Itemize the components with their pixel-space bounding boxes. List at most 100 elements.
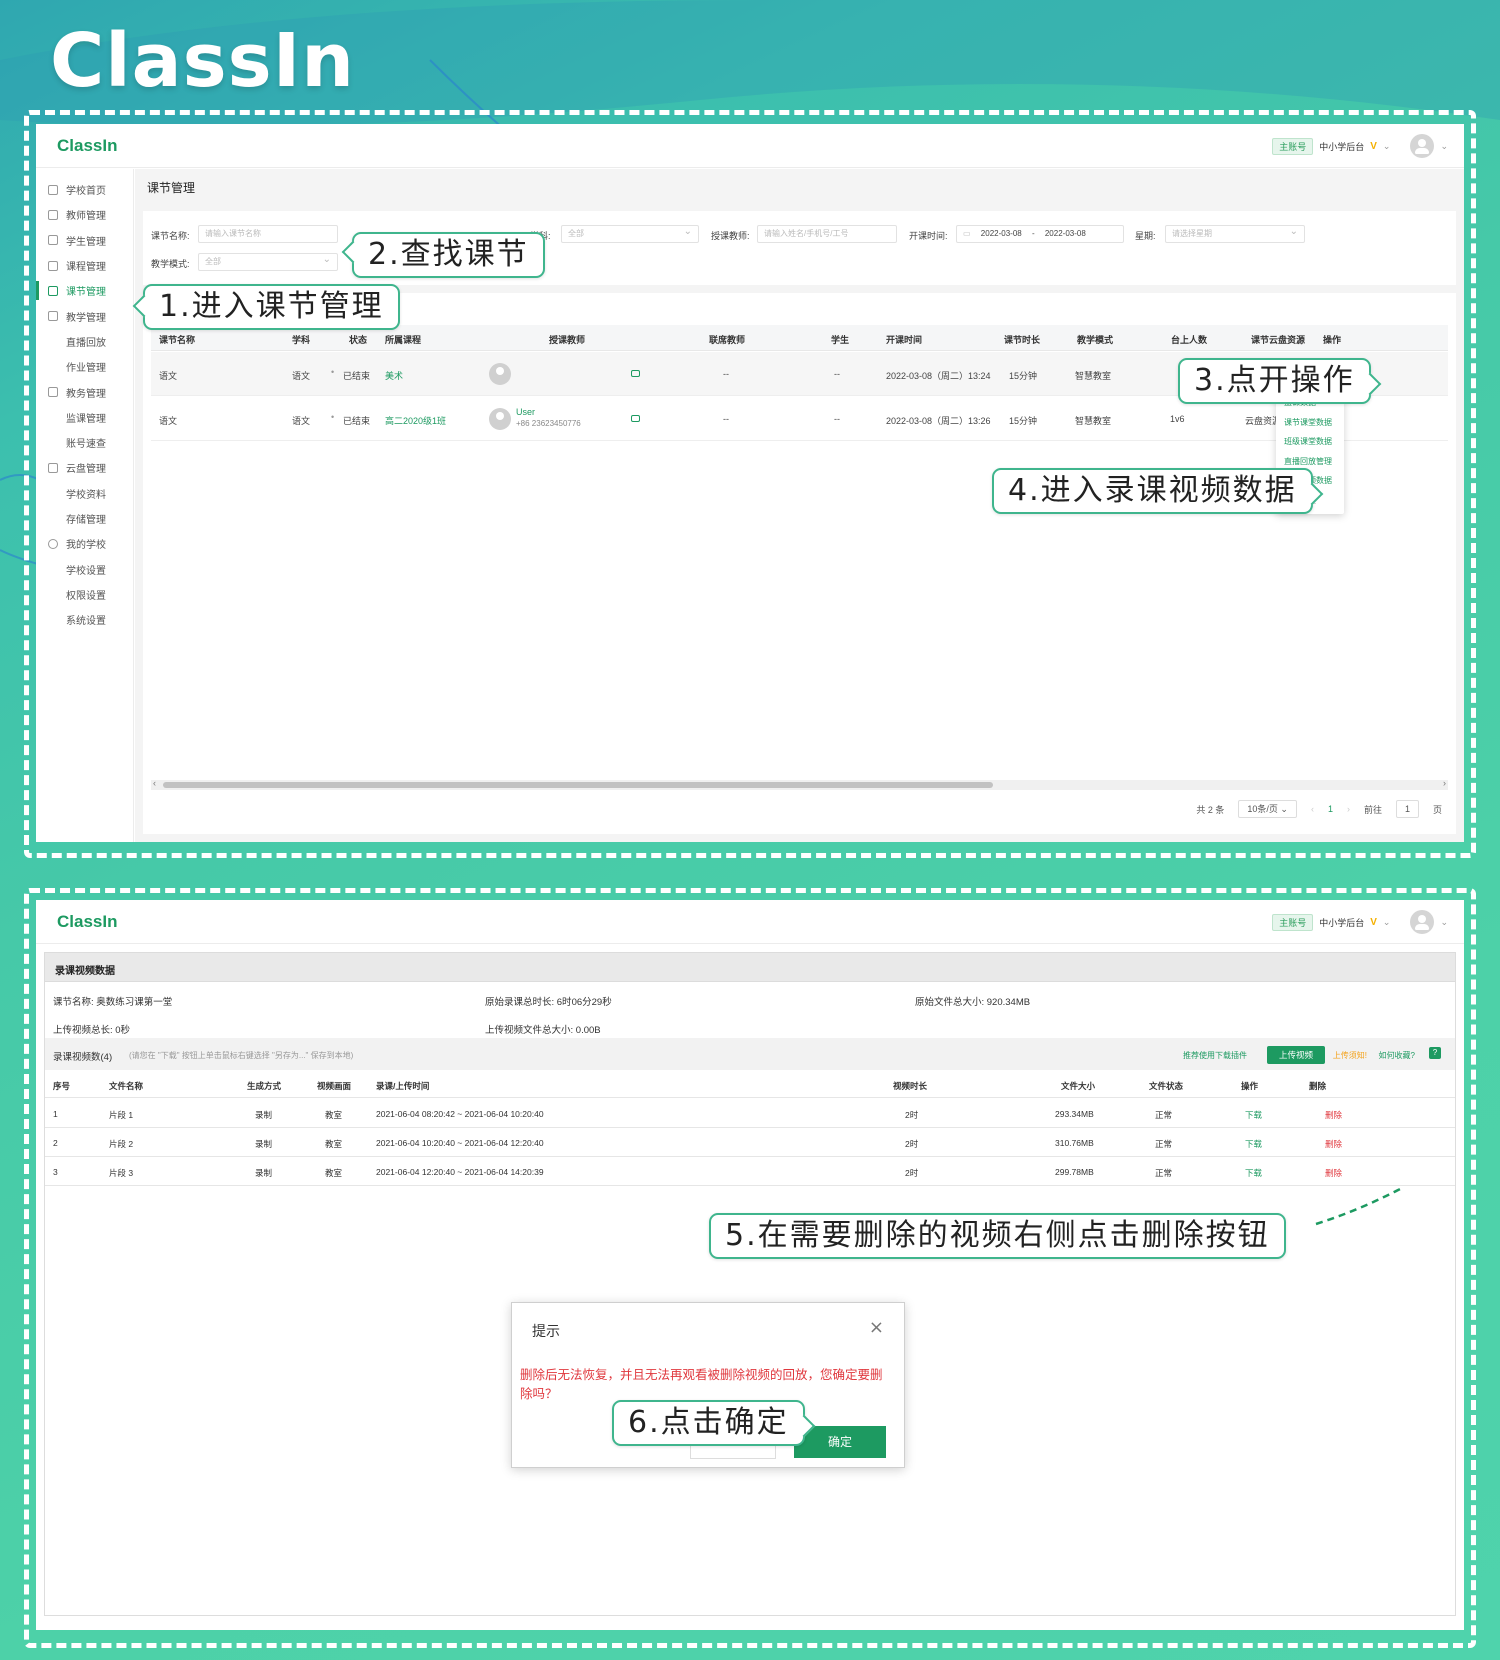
chevron-down-icon[interactable]: ⌄ — [1440, 141, 1448, 152]
sidebar-item[interactable]: 存储管理 — [36, 506, 133, 531]
video-list-toolbar: 录课视频数(4) (请您在 "下载" 按钮上单击鼠标右键选择 "另存为..." … — [45, 1038, 1455, 1070]
time-label: 开课时间: — [909, 231, 948, 241]
sidebar-item-label: 教学管理 — [66, 312, 106, 324]
sidebar-item[interactable]: 教务管理 — [36, 379, 133, 404]
teach-icon — [48, 311, 58, 322]
sidebar-item[interactable]: 云盘管理 — [36, 455, 133, 480]
course-cell[interactable]: 美术 — [385, 369, 403, 382]
lesson-name-input[interactable]: 请输入课节名称 — [198, 225, 338, 243]
scroll-right-icon[interactable]: › — [1443, 778, 1446, 788]
subject-cell: 语文 — [292, 371, 311, 381]
chevron-down-icon[interactable]: ⌄ — [1383, 141, 1391, 152]
close-icon[interactable]: × — [869, 1317, 884, 1338]
sidebar-item[interactable]: 课程管理 — [36, 253, 133, 278]
column-header: 台上人数 — [1171, 335, 1208, 345]
sidebar-item[interactable]: 系统设置 — [36, 607, 133, 632]
size-cell: 293.34MB — [1055, 1109, 1094, 1119]
goto-page-input[interactable]: 1 — [1395, 800, 1419, 818]
sidebar-item[interactable]: 直播回放 — [36, 329, 133, 354]
mode-select[interactable]: 全部 — [198, 252, 338, 271]
camera-icon[interactable] — [631, 370, 640, 377]
download-link[interactable]: 下载 — [1245, 1138, 1262, 1150]
recording-panel: 课节名称: 奥数练习课第一堂 原始录课总时长: 6时06分29秒 原始文件总大小… — [44, 982, 1456, 1616]
callout-text: 6.点击确定 — [628, 1405, 789, 1440]
sidebar-item[interactable]: 学生管理 — [36, 228, 133, 253]
upload-video-button[interactable]: 上传视频 — [1266, 1046, 1325, 1064]
help-icon[interactable]: ? — [1429, 1047, 1441, 1059]
column-header: 课节云盘资源 — [1251, 335, 1306, 345]
delete-link[interactable]: 删除 — [1325, 1138, 1342, 1150]
table-row[interactable]: 1 片段 1 录制 教室 2021-06-04 08:20:42 ~ 2021-06-0… — [45, 1099, 1455, 1128]
vip-icon: V — [1370, 140, 1377, 152]
teacher-input[interactable]: 请输入姓名/手机号/工号 — [757, 225, 897, 243]
sidebar-item[interactable]: 账号速查 — [36, 430, 133, 455]
chevron-down-icon[interactable]: ⌄ — [1440, 917, 1448, 928]
user-avatar[interactable] — [1410, 910, 1435, 934]
subject-cell: 语文 — [292, 416, 311, 426]
table-row[interactable]: 2 片段 2 录制 教室 2021-06-04 10:20:40 ~ 2021-06-0… — [45, 1128, 1455, 1157]
upload-notice-link[interactable]: 上传须知! — [1333, 1050, 1367, 1061]
subject-select[interactable]: 全部 — [561, 224, 699, 243]
app-header: ClassIn 主账号 中小学后台 V ⌄ ⌄ — [36, 124, 1464, 168]
operation-menu-item[interactable]: 课节课堂数据 — [1276, 413, 1344, 433]
sidebar-item-label: 监课管理 — [66, 413, 106, 425]
plugin-link[interactable]: 推荐使用下载插件 — [1183, 1050, 1247, 1061]
weekday-select[interactable]: 请选择星期 — [1165, 224, 1305, 243]
sidebar-item[interactable]: 教师管理 — [36, 202, 133, 227]
app-header: ClassIn 主账号 中小学后台 V ⌄ ⌄ — [36, 900, 1464, 944]
date-from[interactable]: 2022-03-08 — [981, 229, 1022, 238]
download-hint: (请您在 "下载" 按钮上单击鼠标右键选择 "另存为..." 保存到本地) — [129, 1051, 354, 1060]
callout-text: 3.点开操作 — [1194, 363, 1355, 398]
sidebar-item[interactable]: 监课管理 — [36, 405, 133, 430]
next-page-icon[interactable]: › — [1347, 804, 1350, 814]
delete-link[interactable]: 删除 — [1325, 1167, 1342, 1179]
teacher-label: 授课教师: — [711, 231, 750, 241]
sidebar-item[interactable]: 学校资料 — [36, 481, 133, 506]
sidebar-item[interactable]: 教学管理 — [36, 303, 133, 328]
orig-duration-info: 原始录课总时长: 6时06分29秒 — [485, 997, 612, 1008]
course-cell[interactable]: 高二2020级1班 — [385, 414, 446, 427]
chevron-down-icon[interactable]: ⌄ — [1383, 917, 1391, 928]
time-range-cell: 2021-06-04 10:20:40 ~ 2021-06-04 12:20:4… — [376, 1138, 544, 1148]
date-to[interactable]: 2022-03-08 — [1045, 229, 1086, 238]
account-menu[interactable]: 主账号 中小学后台 V ⌄ ⌄ — [1272, 910, 1448, 934]
favorite-link[interactable]: 如何收藏? — [1379, 1050, 1415, 1061]
column-header: 序号 — [53, 1081, 71, 1091]
current-page[interactable]: 1 — [1328, 804, 1333, 814]
teacher-name[interactable]: User — [516, 407, 535, 417]
view-cell: 教室 — [325, 1168, 343, 1178]
account-menu[interactable]: 主账号 中小学后台 V ⌄ ⌄ — [1272, 134, 1448, 158]
user-avatar[interactable] — [1410, 134, 1435, 158]
table-row[interactable]: 3 片段 3 录制 教室 2021-06-04 12:20:40 ~ 2021-06-0… — [45, 1157, 1455, 1186]
prev-page-icon[interactable]: ‹ — [1311, 804, 1314, 814]
sidebar-item-label: 课程管理 — [66, 262, 106, 274]
app-logo[interactable]: ClassIn — [57, 912, 117, 932]
sidebar-item[interactable]: 权限设置 — [36, 582, 133, 607]
sidebar-item[interactable]: 学校首页 — [36, 177, 133, 202]
callout-step3: 3.点开操作 — [1178, 358, 1381, 404]
camera-icon[interactable] — [631, 415, 640, 422]
home-icon — [48, 184, 58, 195]
co-teacher-cell: -- — [723, 369, 729, 379]
date-range-picker[interactable]: ▭ 2022-03-08 - 2022-03-08 — [956, 225, 1124, 243]
delete-link[interactable]: 删除 — [1325, 1109, 1342, 1121]
sidebar-item[interactable]: 我的学校 — [36, 531, 133, 556]
horizontal-scrollbar[interactable]: ‹ › — [151, 778, 1448, 790]
callout-text: 4.进入录课视频数据 — [1008, 473, 1297, 508]
sidebar-item[interactable]: 学校设置 — [36, 556, 133, 581]
page-size-select[interactable]: 10条/页 ⌄ — [1238, 800, 1297, 818]
scroll-left-icon[interactable]: ‹ — [153, 778, 156, 788]
sidebar-item[interactable]: 作业管理 — [36, 354, 133, 379]
page-title: 课节管理 — [147, 181, 196, 195]
download-link[interactable]: 下载 — [1245, 1167, 1262, 1179]
download-link[interactable]: 下载 — [1245, 1109, 1262, 1121]
length-cell: 2时 — [905, 1168, 919, 1178]
app-logo[interactable]: ClassIn — [57, 136, 117, 156]
sidebar-item[interactable]: 课节管理 — [36, 278, 133, 303]
orig-size-info: 原始文件总大小: 920.34MB — [915, 997, 1031, 1008]
scrollbar-thumb[interactable] — [163, 782, 993, 788]
lesson-name-label: 课节名称: — [151, 231, 190, 241]
people-icon — [48, 235, 58, 246]
operation-menu-item[interactable]: 班级课堂数据 — [1276, 432, 1344, 452]
lesson-icon — [48, 285, 58, 296]
